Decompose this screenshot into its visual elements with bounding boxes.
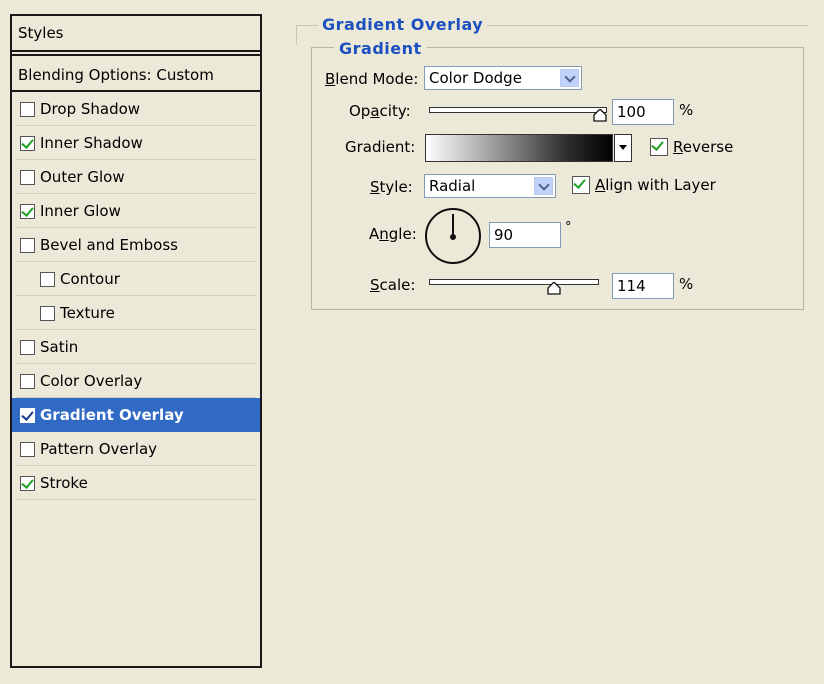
gradient-swatch[interactable]	[425, 134, 613, 162]
style-item-label: Satin	[40, 338, 79, 356]
style-item-inner-shadow[interactable]: Inner Shadow	[12, 126, 260, 160]
style-item-label: Stroke	[40, 474, 88, 492]
style-item-label: Bevel and Emboss	[40, 236, 178, 254]
group-title: Gradient	[334, 39, 427, 58]
drop-shadow-checkbox[interactable]	[20, 101, 35, 117]
outer-glow-checkbox[interactable]	[20, 169, 35, 185]
reverse-checkbox[interactable]: Reverse	[650, 138, 733, 156]
style-item-label: Texture	[60, 304, 115, 322]
reverse-label: Reverse	[673, 138, 734, 156]
style-item-label: Color Overlay	[40, 372, 143, 390]
opacity-slider-thumb[interactable]	[593, 109, 607, 122]
inner-shadow-checkbox[interactable]	[20, 135, 35, 151]
angle-label: Angle:	[369, 225, 417, 243]
scale-label: Scale:	[370, 276, 416, 294]
blend-mode-value: Color Dodge	[429, 69, 522, 87]
style-item-label: Pattern Overlay	[40, 440, 158, 458]
style-item-outer-glow[interactable]: Outer Glow	[12, 160, 260, 194]
styles-header[interactable]: Styles	[12, 16, 260, 52]
align-with-layer-label: Align with Layer	[595, 176, 716, 194]
style-item-label: Contour	[60, 270, 120, 288]
texture-checkbox[interactable]	[40, 305, 55, 321]
opacity-label: Opacity:	[349, 102, 411, 120]
style-item-bevel-and-emboss[interactable]: Bevel and Emboss	[12, 228, 260, 262]
style-item-drop-shadow[interactable]: Drop Shadow	[12, 92, 260, 126]
angle-dial-center	[450, 234, 456, 240]
angle-unit: °	[565, 220, 572, 235]
stroke-checkbox[interactable]	[20, 475, 35, 491]
angle-input[interactable]: 90	[489, 222, 561, 248]
style-item-label: Gradient Overlay	[40, 406, 184, 424]
style-list: Drop Shadow Inner Shadow Outer Glow Inner G…	[12, 92, 260, 500]
blend-mode-select[interactable]: Color Dodge	[424, 66, 582, 90]
align-with-layer-checkbox[interactable]: Align with Layer	[572, 176, 716, 194]
gradient-label: Gradient:	[345, 138, 416, 156]
scale-slider-thumb[interactable]	[547, 282, 561, 295]
gradient-overlay-checkbox[interactable]	[20, 407, 35, 423]
style-item-color-overlay[interactable]: Color Overlay	[12, 364, 260, 398]
style-select[interactable]: Radial	[424, 174, 556, 198]
angle-dial[interactable]	[425, 208, 481, 264]
style-value: Radial	[429, 177, 476, 195]
blend-mode-label: Blend Mode:	[325, 70, 419, 88]
section-divider-vertical	[296, 25, 297, 45]
opacity-slider-track[interactable]	[429, 107, 607, 113]
align-check-icon[interactable]	[572, 176, 590, 194]
chevron-down-icon[interactable]	[560, 69, 579, 87]
angle-dial-hand	[452, 214, 454, 236]
style-item-label: Inner Shadow	[40, 134, 143, 152]
section-title: Gradient Overlay	[318, 15, 488, 34]
scale-slider-track[interactable]	[429, 279, 599, 285]
contour-checkbox[interactable]	[40, 271, 55, 287]
style-item-pattern-overlay[interactable]: Pattern Overlay	[12, 432, 260, 466]
style-item-label: Outer Glow	[40, 168, 125, 186]
satin-checkbox[interactable]	[20, 339, 35, 355]
opacity-unit: %	[679, 101, 694, 119]
blending-options-item[interactable]: Blending Options: Custom	[12, 54, 260, 92]
style-label: Style:	[370, 178, 413, 196]
opacity-input[interactable]: 100	[612, 99, 674, 125]
bevel-and-emboss-checkbox[interactable]	[20, 237, 35, 253]
style-item-label: Drop Shadow	[40, 100, 141, 118]
style-item-texture[interactable]: Texture	[12, 296, 260, 330]
style-item-stroke[interactable]: Stroke	[12, 466, 260, 500]
gradient-dropdown-button[interactable]	[614, 134, 632, 162]
style-item-gradient-overlay[interactable]: Gradient Overlay	[12, 398, 260, 432]
pattern-overlay-checkbox[interactable]	[20, 441, 35, 457]
style-item-inner-glow[interactable]: Inner Glow	[12, 194, 260, 228]
color-overlay-checkbox[interactable]	[20, 373, 35, 389]
style-item-satin[interactable]: Satin	[12, 330, 260, 364]
reverse-check-icon[interactable]	[650, 138, 668, 156]
style-item-contour[interactable]: Contour	[12, 262, 260, 296]
styles-panel: Styles Blending Options: Custom Drop Sha…	[10, 14, 262, 668]
chevron-down-icon[interactable]	[534, 177, 553, 195]
scale-unit: %	[679, 275, 694, 293]
inner-glow-checkbox[interactable]	[20, 203, 35, 219]
scale-input[interactable]: 114	[612, 273, 674, 299]
style-item-label: Inner Glow	[40, 202, 121, 220]
